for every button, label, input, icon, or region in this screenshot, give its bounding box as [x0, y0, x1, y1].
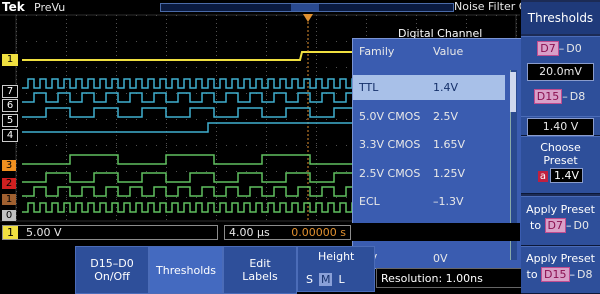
- preset-family: 3.3V CMOS: [359, 138, 421, 151]
- preset-family: 5.0V CMOS: [359, 109, 421, 123]
- digital-channel-marker-5[interactable]: 5: [2, 114, 18, 127]
- apply-to-label: to: [526, 268, 538, 281]
- preset-value: 1.65V: [433, 138, 466, 151]
- choose-preset-value[interactable]: 1.4V: [550, 168, 584, 183]
- edit-labels-button[interactable]: Edit Labels: [223, 246, 297, 294]
- onoff-label: D15–D0 On/Off: [90, 257, 134, 283]
- digital-channel-marker-6[interactable]: 6: [2, 99, 18, 112]
- apply-preset-d7-d0-button[interactable]: Apply Preset to D7– D0: [521, 196, 600, 246]
- knob-a-badge: a: [537, 171, 549, 182]
- range2-value[interactable]: 1.40 V: [527, 118, 594, 136]
- info-strip: 1 5.00 V 4.00 µs 0.00000 s: [0, 223, 520, 241]
- preset-option-2[interactable]: 3.3V CMOS 1.65V: [353, 132, 505, 157]
- height-options: S M L: [306, 273, 345, 286]
- brand-logo: Tek: [2, 0, 25, 14]
- apply-preset-label: Apply Preset: [526, 203, 595, 216]
- range2-labels: D15– D8: [521, 89, 600, 104]
- preset-value: 1.25V: [433, 166, 466, 180]
- height-option-l[interactable]: L: [338, 273, 344, 286]
- apply-preset-label: Apply Preset: [526, 252, 595, 265]
- choose-preset-label: Choose Preset: [540, 141, 581, 167]
- digital-channel-marker-2[interactable]: 2: [2, 178, 16, 189]
- preset-option-1[interactable]: 5.0V CMOS 2.5V: [353, 104, 505, 129]
- threshold-range-d15-d8[interactable]: 1.40 V: [521, 116, 600, 136]
- digital-channel-marker-7[interactable]: 7: [2, 85, 18, 98]
- d8-chip: D8: [577, 268, 593, 281]
- preset-value: 2.5V: [433, 109, 459, 123]
- side-panel-title: Thresholds: [521, 2, 600, 34]
- d15-chip: D15: [533, 89, 563, 104]
- record-view-window: [291, 4, 319, 11]
- preset-value: –1.3V: [433, 195, 464, 208]
- thresholds-button[interactable]: Thresholds: [149, 246, 223, 294]
- preset-family: ECL: [359, 195, 380, 208]
- trigger-position-icon: [303, 14, 313, 222]
- digital-channel-marker-3[interactable]: 3: [2, 160, 16, 171]
- height-option-s[interactable]: S: [306, 273, 313, 286]
- choose-preset-button[interactable]: Choose Preset a 1.4V: [521, 136, 600, 194]
- ch1-badge: 1: [3, 226, 18, 239]
- timebase-readout[interactable]: 4.00 µs 0.00000 s: [224, 225, 351, 240]
- apply-to-label: to: [530, 219, 542, 232]
- record-view-bar: [160, 3, 454, 12]
- preset-family: 2.5V CMOS: [359, 166, 421, 180]
- height-label: Height: [318, 250, 355, 263]
- digital-channel-marker-1[interactable]: 1: [2, 194, 16, 205]
- d15-chip: D15: [541, 267, 570, 282]
- d7-chip: D7: [537, 41, 559, 56]
- preset-value: 1.4V: [433, 81, 459, 94]
- onoff-button[interactable]: D15–D0 On/Off: [75, 246, 149, 294]
- preset-option-3[interactable]: 2.5V CMOS 1.25V: [353, 161, 505, 186]
- range1-value[interactable]: 20.0mV: [527, 63, 594, 81]
- timebase-value: 4.00 µs: [229, 226, 270, 239]
- d7-chip: D7: [544, 218, 567, 233]
- dropdown-scroll-thumb[interactable]: [510, 72, 516, 112]
- apply-preset-d15-d8-button[interactable]: Apply Preset to D15– D8: [521, 246, 600, 294]
- digital-channel-marker-4[interactable]: 4: [2, 129, 18, 142]
- height-button[interactable]: Height S M L: [297, 246, 375, 292]
- apply-preset-target: to D7– D0: [521, 218, 600, 233]
- preset-option-0[interactable]: TTL 1.4V: [353, 75, 505, 100]
- noise-filter-label[interactable]: Noise Filter Of: [454, 0, 531, 13]
- preset-family: TTL: [359, 81, 379, 94]
- ch1-ground-marker[interactable]: 1: [2, 54, 18, 66]
- apply-preset-target: to D15– D8: [521, 267, 600, 282]
- threshold-range-d7-d0[interactable]: D7– D0 20.0mV D15– D8: [521, 36, 600, 118]
- height-option-m[interactable]: M: [318, 273, 333, 286]
- thresholds-label: Thresholds: [156, 263, 216, 277]
- column-header-family: Family: [359, 45, 395, 58]
- d0-chip: D0: [566, 42, 582, 55]
- acquisition-mode-label: PreVu: [34, 1, 66, 14]
- choose-preset-readout: a 1.4V: [521, 168, 600, 183]
- d0-chip: D0: [573, 219, 589, 232]
- digital-channel-marker-0[interactable]: 0: [2, 210, 16, 221]
- edit-labels-label: Edit Labels: [242, 257, 278, 283]
- range1-labels: D7– D0: [521, 41, 600, 56]
- d8-chip: D8: [569, 90, 586, 103]
- resolution-readout: Resolution: 1.00ns: [376, 268, 522, 288]
- trigger-position-value: 0.00000 s: [291, 226, 346, 239]
- column-header-value: Value: [433, 45, 464, 58]
- preset-option-4[interactable]: ECL –1.3V: [353, 189, 505, 214]
- ch1-scale-readout[interactable]: 1 5.00 V: [2, 225, 218, 240]
- ch1-scale-value: 5.00 V: [26, 226, 62, 239]
